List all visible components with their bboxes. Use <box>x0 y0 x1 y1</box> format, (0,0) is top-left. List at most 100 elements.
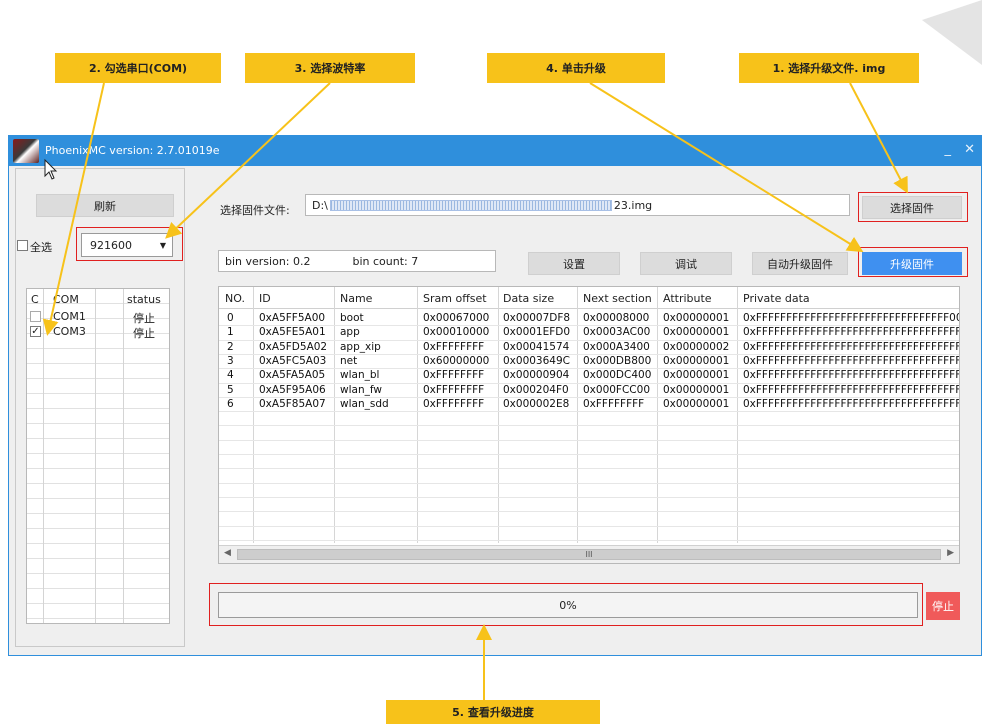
callout-step-4: 4. 单击升级 <box>487 53 665 83</box>
scroll-right-icon[interactable]: ▶ <box>947 548 954 558</box>
cell-data-size: 0x0003649C <box>503 354 570 367</box>
com3-port: COM3 <box>53 325 86 338</box>
callout-step-2: 2. 勾选串口(COM) <box>55 53 221 83</box>
cell-no: 2 <box>227 340 234 353</box>
stop-button[interactable]: 停止 <box>926 592 960 620</box>
firmware-section-table: NO. ID Name Sram offset Data size Next s… <box>218 286 960 564</box>
cell-name: wlan_sdd <box>340 397 389 410</box>
firmware-file-label: 选择固件文件: <box>220 204 290 217</box>
column-header-no: NO. <box>225 292 245 305</box>
cell-data-size: 0x00000904 <box>503 369 570 382</box>
cell-attribute: 0x00000002 <box>663 340 730 353</box>
debug-button[interactable]: 调试 <box>640 252 732 275</box>
cell-no: 3 <box>227 354 234 367</box>
empty-row-line <box>219 511 959 513</box>
empty-row-line <box>219 439 959 441</box>
cell-id: 0xA5FD5A02 <box>259 340 328 353</box>
select-all-label: 全选 <box>30 241 52 254</box>
cell-name: wlan_fw <box>340 383 382 396</box>
cell-no: 1 <box>227 326 234 339</box>
auto-upgrade-button[interactable]: 自动升级固件 <box>752 252 848 275</box>
com1-checkbox[interactable] <box>30 311 41 322</box>
cell-no: 5 <box>227 383 234 396</box>
cell-sram-offset: 0xFFFFFFFF <box>423 340 485 353</box>
column-header-id: ID <box>259 292 271 305</box>
cell-id: 0xA5FC5A03 <box>259 354 327 367</box>
bin-count: bin count: 7 <box>352 254 419 268</box>
cell-attribute: 0x00000001 <box>663 326 730 339</box>
com1-port: COM1 <box>53 310 86 323</box>
cell-data-size: 0x000204F0 <box>503 383 569 396</box>
select-all-checkbox[interactable] <box>17 240 28 251</box>
bin-version: bin version: 0.2 <box>225 254 311 268</box>
horizontal-scrollbar[interactable]: ◀ III ▶ <box>219 545 959 563</box>
cell-id: 0xA5F95A06 <box>259 383 326 396</box>
minimize-button[interactable]: _ <box>945 142 952 157</box>
cell-data-size: 0x0001EFD0 <box>503 326 571 339</box>
cell-attribute: 0x00000001 <box>663 369 730 382</box>
callout-step-5: 5. 查看升级进度 <box>386 700 600 724</box>
cell-attribute: 0x00000001 <box>663 312 730 324</box>
com-column-header-port: COM <box>53 293 79 306</box>
highlight-select-firmware <box>858 192 968 222</box>
column-header-data-size: Data size <box>503 292 555 305</box>
cell-name: app <box>340 326 360 339</box>
firmware-path-field[interactable]: D:\ 23.img <box>305 194 850 216</box>
cell-id: 0xA5FF5A00 <box>259 312 326 324</box>
cell-private-data: 0xFFFFFFFFFFFFFFFFFFFFFFFFFFFFFFFF001( <box>743 312 960 324</box>
cell-attribute: 0x00000001 <box>663 397 730 410</box>
cell-private-data: 0xFFFFFFFFFFFFFFFFFFFFFFFFFFFFFFFFFFFFF <box>743 326 960 339</box>
com-grid-divider <box>95 289 96 623</box>
cell-next-section: 0x00008000 <box>583 312 650 324</box>
com-grid-divider <box>43 289 44 623</box>
com-column-header-status: status <box>127 293 161 306</box>
cell-data-size: 0x00007DF8 <box>503 312 571 324</box>
cell-sram-offset: 0x60000000 <box>423 354 490 367</box>
cell-data-size: 0x00041574 <box>503 340 570 353</box>
cell-no: 0 <box>227 312 234 324</box>
bin-info-field: bin version: 0.2 bin count: 7 <box>218 250 496 272</box>
empty-row-line <box>219 539 959 541</box>
cell-name: boot <box>340 312 364 324</box>
cell-no: 4 <box>227 369 234 382</box>
firmware-path-prefix: D:\ <box>312 198 328 212</box>
title-bar: PhoenixMC version: 2.7.01019e _ ✕ <box>9 136 981 166</box>
com3-checkbox[interactable]: ✓ <box>30 326 41 337</box>
cell-no: 6 <box>227 397 234 410</box>
callout-step-1: 1. 选择升级文件. img <box>739 53 919 83</box>
empty-row-line <box>219 525 959 527</box>
cell-next-section: 0x000DB800 <box>583 354 652 367</box>
empty-row-line <box>219 425 959 427</box>
cell-sram-offset: 0xFFFFFFFF <box>423 397 485 410</box>
empty-row-line <box>219 468 959 470</box>
cell-sram-offset: 0xFFFFFFFF <box>423 383 485 396</box>
cell-id: 0xA5FE5A01 <box>259 326 326 339</box>
cell-next-section: 0xFFFFFFFF <box>583 397 645 410</box>
cell-sram-offset: 0x00067000 <box>423 312 490 324</box>
com-port-list: C COM status COM1 停止 ✓ COM3 停止 <box>26 288 170 624</box>
cell-sram-offset: 0xFFFFFFFF <box>423 369 485 382</box>
cell-data-size: 0x000002E8 <box>503 397 570 410</box>
highlight-progress <box>209 583 923 626</box>
column-header-next-section: Next section <box>583 292 652 305</box>
cell-name: app_xip <box>340 340 381 353</box>
cell-private-data: 0xFFFFFFFFFFFFFFFFFFFFFFFFFFFFFFFFFFFFF <box>743 369 960 382</box>
firmware-path-suffix: 23.img <box>613 198 653 212</box>
com-grid-divider <box>123 289 124 623</box>
highlight-upgrade <box>858 247 968 277</box>
table-row[interactable] <box>219 411 959 413</box>
close-button[interactable]: ✕ <box>964 142 975 157</box>
app-logo-icon <box>13 139 39 163</box>
com-column-header-check: C <box>31 293 39 306</box>
refresh-button[interactable]: 刷新 <box>36 194 174 217</box>
cell-next-section: 0x000A3400 <box>583 340 650 353</box>
cell-next-section: 0x0003AC00 <box>583 326 651 339</box>
scroll-left-icon[interactable]: ◀ <box>224 548 231 558</box>
settings-button[interactable]: 设置 <box>528 252 620 275</box>
scrollbar-thumb[interactable]: III <box>237 549 941 560</box>
cell-name: wlan_bl <box>340 369 380 382</box>
cell-private-data: 0xFFFFFFFFFFFFFFFFFFFFFFFFFFFFFFFFFFFFF <box>743 354 960 367</box>
cell-private-data: 0xFFFFFFFFFFFFFFFFFFFFFFFFFFFFFFFFFFFFF <box>743 397 960 410</box>
cell-next-section: 0x000DC400 <box>583 369 652 382</box>
highlight-baud-rate <box>76 227 183 261</box>
